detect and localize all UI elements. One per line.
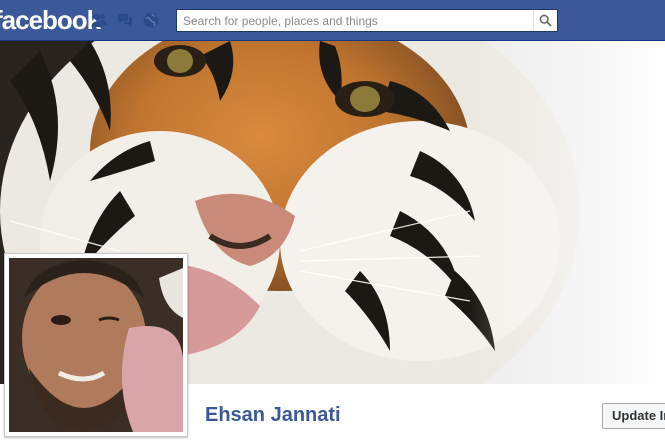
profile-picture[interactable]: [4, 253, 188, 437]
search-icon: [539, 14, 552, 27]
notifications-icon[interactable]: [142, 11, 160, 29]
friend-requests-icon[interactable]: [90, 11, 108, 29]
update-info-button[interactable]: Update Info: [602, 403, 665, 429]
search-input[interactable]: [177, 10, 529, 31]
search-bar: [176, 9, 558, 32]
messages-icon[interactable]: [116, 11, 134, 29]
profile-photo-image: [9, 258, 183, 432]
search-button[interactable]: [533, 10, 557, 31]
facebook-logo[interactable]: facebook: [0, 5, 101, 35]
top-navigation-bar: facebook: [0, 0, 665, 41]
profile-name[interactable]: Ehsan Jannati: [205, 404, 341, 427]
